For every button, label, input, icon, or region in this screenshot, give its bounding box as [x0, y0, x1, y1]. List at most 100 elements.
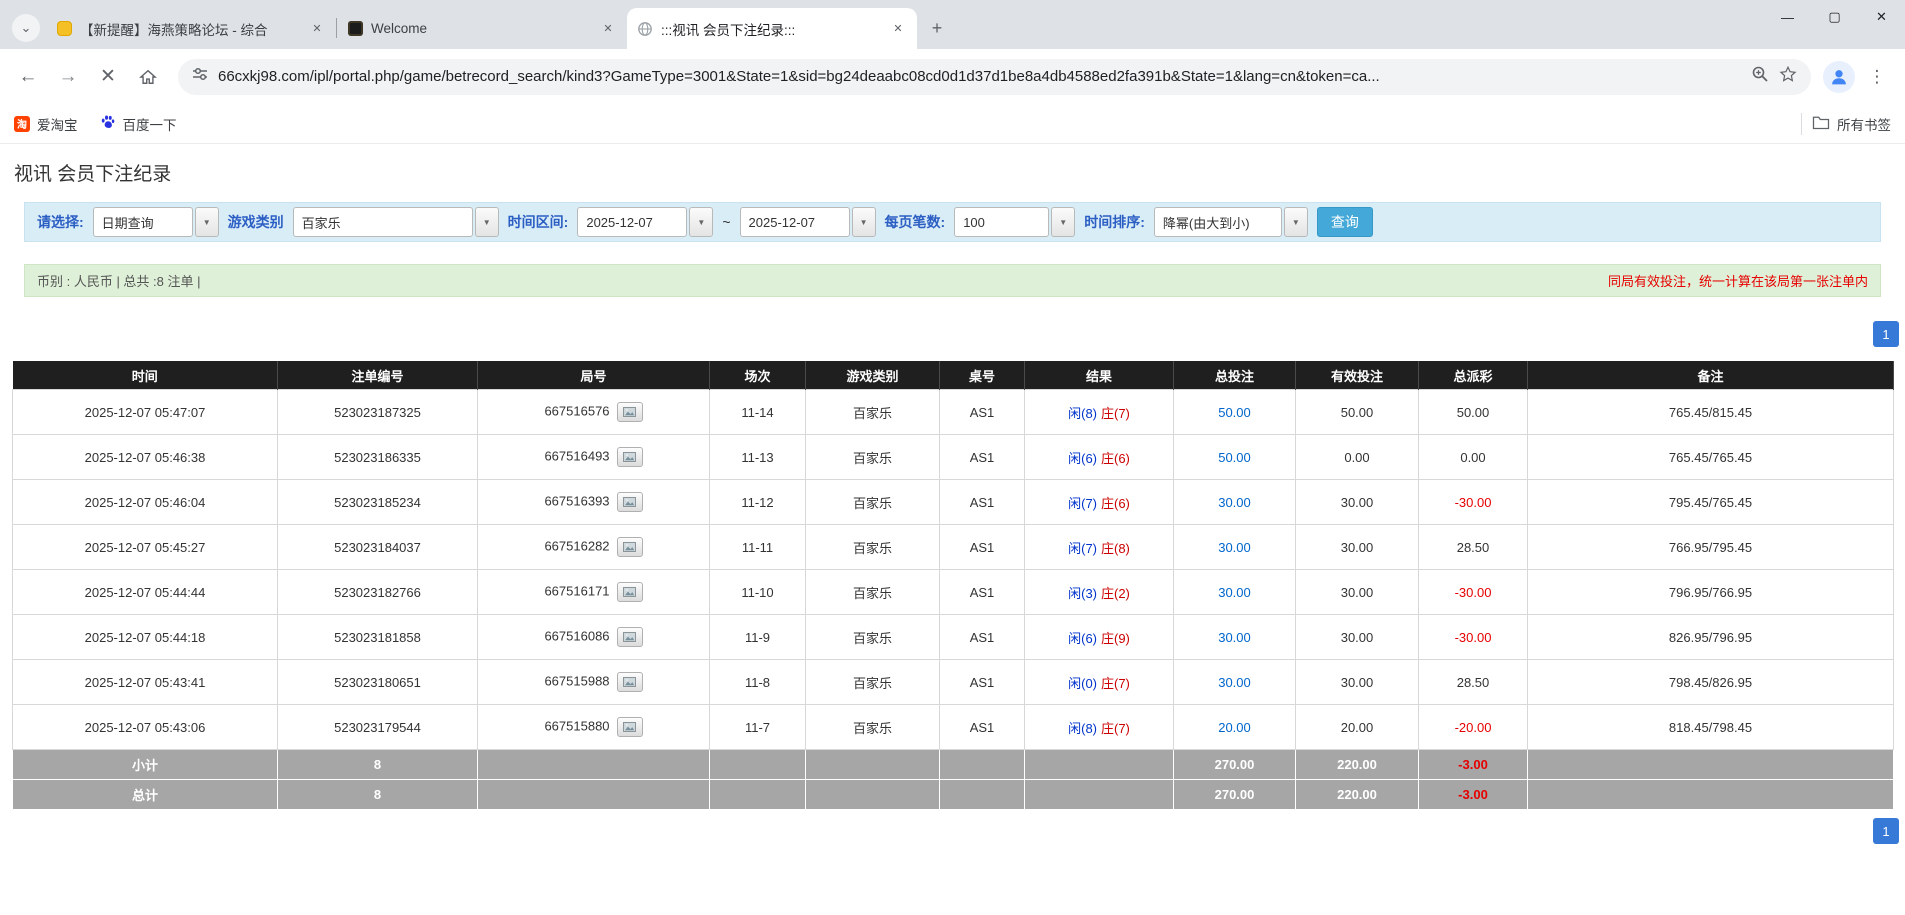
tab-bet-record-active[interactable]: :::视讯 会员下注纪录::: ✕	[627, 8, 917, 49]
browser-menu-button[interactable]: ⋮	[1859, 59, 1895, 95]
cell-valid-bet: 30.00	[1296, 525, 1419, 570]
all-bookmarks-button[interactable]: 所有书签	[1812, 114, 1891, 134]
result-player: 闲(3)	[1068, 586, 1097, 601]
tab-strip: ⌄ 【新提醒】海燕策略论坛 - 综合 ✕ Welcome ✕ :::视讯 会员下…	[0, 0, 1905, 49]
page-1-button[interactable]: 1	[1873, 818, 1899, 844]
chevron-down-icon[interactable]: ▼	[1051, 207, 1075, 237]
profile-avatar[interactable]	[1823, 61, 1855, 93]
stop-loading-button[interactable]: ✕	[90, 59, 126, 95]
replay-video-button[interactable]	[617, 492, 643, 512]
cell-bet-id: 523023181858	[278, 615, 478, 660]
cell-payout: 28.50	[1419, 660, 1528, 705]
cell-total-bet-link[interactable]: 30.00	[1174, 525, 1296, 570]
url-input[interactable]	[218, 68, 1741, 85]
cell-valid-bet: 30.00	[1296, 660, 1419, 705]
query-type-input[interactable]	[93, 207, 193, 237]
cell-table-no: AS1	[940, 435, 1025, 480]
tab-forum[interactable]: 【新提醒】海燕策略论坛 - 综合 ✕	[46, 8, 336, 49]
cell-note: 765.45/765.45	[1528, 435, 1894, 480]
date-from-select[interactable]: ▼	[577, 207, 713, 237]
round-number: 667516493	[544, 448, 609, 463]
chevron-down-icon[interactable]: ▼	[195, 207, 219, 237]
maximize-button[interactable]: ▢	[1811, 0, 1858, 34]
cell-total-bet-link[interactable]: 50.00	[1174, 390, 1296, 435]
cell-total-bet-link[interactable]: 30.00	[1174, 660, 1296, 705]
round-number: 667516393	[544, 493, 609, 508]
bookmark-baidu[interactable]: 百度一下	[100, 114, 177, 134]
cell-result: 闲(3)庄(2)	[1025, 570, 1174, 615]
summary-bar: 币别 : 人民币 | 总共 :8 注单 | 同局有效投注，统一计算在该局第一张注…	[24, 264, 1881, 297]
cell-table-no: AS1	[940, 480, 1025, 525]
tab-close-icon[interactable]: ✕	[889, 20, 907, 38]
tab-search-button[interactable]: ⌄	[12, 14, 40, 42]
replay-video-button[interactable]	[617, 582, 643, 602]
close-button[interactable]: ✕	[1858, 0, 1905, 34]
cell-bet-id: 523023185234	[278, 480, 478, 525]
bookmarks-right: 所有书签	[1801, 113, 1891, 135]
cell-session: 11-11	[710, 525, 806, 570]
chevron-down-icon[interactable]: ▼	[852, 207, 876, 237]
result-player: 闲(8)	[1068, 406, 1097, 421]
home-button[interactable]	[130, 59, 166, 95]
cell-bet-id: 523023179544	[278, 705, 478, 750]
forum-favicon	[56, 21, 72, 37]
browser-window: ⌄ 【新提醒】海燕策略论坛 - 综合 ✕ Welcome ✕ :::视讯 会员下…	[0, 0, 1905, 844]
cell-total-bet-link[interactable]: 50.00	[1174, 435, 1296, 480]
replay-video-button[interactable]	[617, 447, 643, 467]
cell-payout: -20.00	[1419, 705, 1528, 750]
valid-bet-notice: 同局有效投注，统一计算在该局第一张注单内	[1608, 271, 1868, 290]
query-type-select[interactable]: ▼	[93, 207, 219, 237]
header-result: 结果	[1025, 362, 1174, 390]
chevron-down-icon[interactable]: ▼	[1284, 207, 1308, 237]
sort-order-select[interactable]: ▼	[1154, 207, 1308, 237]
tab-close-icon[interactable]: ✕	[308, 20, 326, 38]
filter-bar: 请选择: ▼ 游戏类别 ▼ 时间区间: ▼ ~ ▼ 每页笔数:	[24, 202, 1881, 242]
page-1-button[interactable]: 1	[1873, 321, 1899, 347]
page-size-input[interactable]	[954, 207, 1049, 237]
cell-valid-bet: 20.00	[1296, 705, 1419, 750]
header-bet-id: 注单编号	[278, 362, 478, 390]
date-to-select[interactable]: ▼	[740, 207, 876, 237]
game-type-input[interactable]	[293, 207, 473, 237]
result-player: 闲(7)	[1068, 541, 1097, 556]
search-button[interactable]: 查询	[1317, 207, 1373, 237]
cell-total-bet-link[interactable]: 30.00	[1174, 570, 1296, 615]
game-type-select[interactable]: ▼	[293, 207, 499, 237]
total-payout: -3.00	[1419, 780, 1528, 810]
cell-result: 闲(8)庄(7)	[1025, 705, 1174, 750]
back-button[interactable]: ←	[10, 59, 46, 95]
tab-close-icon[interactable]: ✕	[599, 20, 617, 38]
cell-total-bet-link[interactable]: 20.00	[1174, 705, 1296, 750]
replay-video-button[interactable]	[617, 717, 643, 737]
welcome-favicon	[347, 21, 363, 37]
date-from-input[interactable]	[577, 207, 687, 237]
replay-video-button[interactable]	[617, 672, 643, 692]
page-size-select[interactable]: ▼	[954, 207, 1075, 237]
address-bar[interactable]	[178, 59, 1811, 95]
cell-time: 2025-12-07 05:46:04	[13, 480, 278, 525]
sort-order-input[interactable]	[1154, 207, 1282, 237]
zoom-icon[interactable]	[1751, 65, 1769, 88]
minimize-button[interactable]: —	[1764, 0, 1811, 34]
cell-valid-bet: 0.00	[1296, 435, 1419, 480]
date-to-input[interactable]	[740, 207, 850, 237]
cell-total-bet-link[interactable]: 30.00	[1174, 480, 1296, 525]
tab-welcome[interactable]: Welcome ✕	[337, 8, 627, 49]
forward-button[interactable]: →	[50, 59, 86, 95]
chevron-down-icon[interactable]: ▼	[475, 207, 499, 237]
replay-video-button[interactable]	[617, 537, 643, 557]
cell-total-bet-link[interactable]: 30.00	[1174, 615, 1296, 660]
chevron-down-icon[interactable]: ▼	[689, 207, 713, 237]
replay-video-button[interactable]	[617, 402, 643, 422]
cell-game-type: 百家乐	[806, 435, 940, 480]
cell-result: 闲(6)庄(6)	[1025, 435, 1174, 480]
bookmark-taobao[interactable]: 淘 爱淘宝	[14, 114, 78, 134]
site-settings-icon[interactable]	[192, 66, 208, 87]
new-tab-button[interactable]: +	[923, 14, 951, 42]
replay-video-button[interactable]	[617, 627, 643, 647]
header-valid-bet: 有效投注	[1296, 362, 1419, 390]
date-range-tilde: ~	[722, 214, 730, 230]
header-payout: 总派彩	[1419, 362, 1528, 390]
cell-session: 11-7	[710, 705, 806, 750]
bookmark-star-icon[interactable]	[1779, 65, 1797, 88]
